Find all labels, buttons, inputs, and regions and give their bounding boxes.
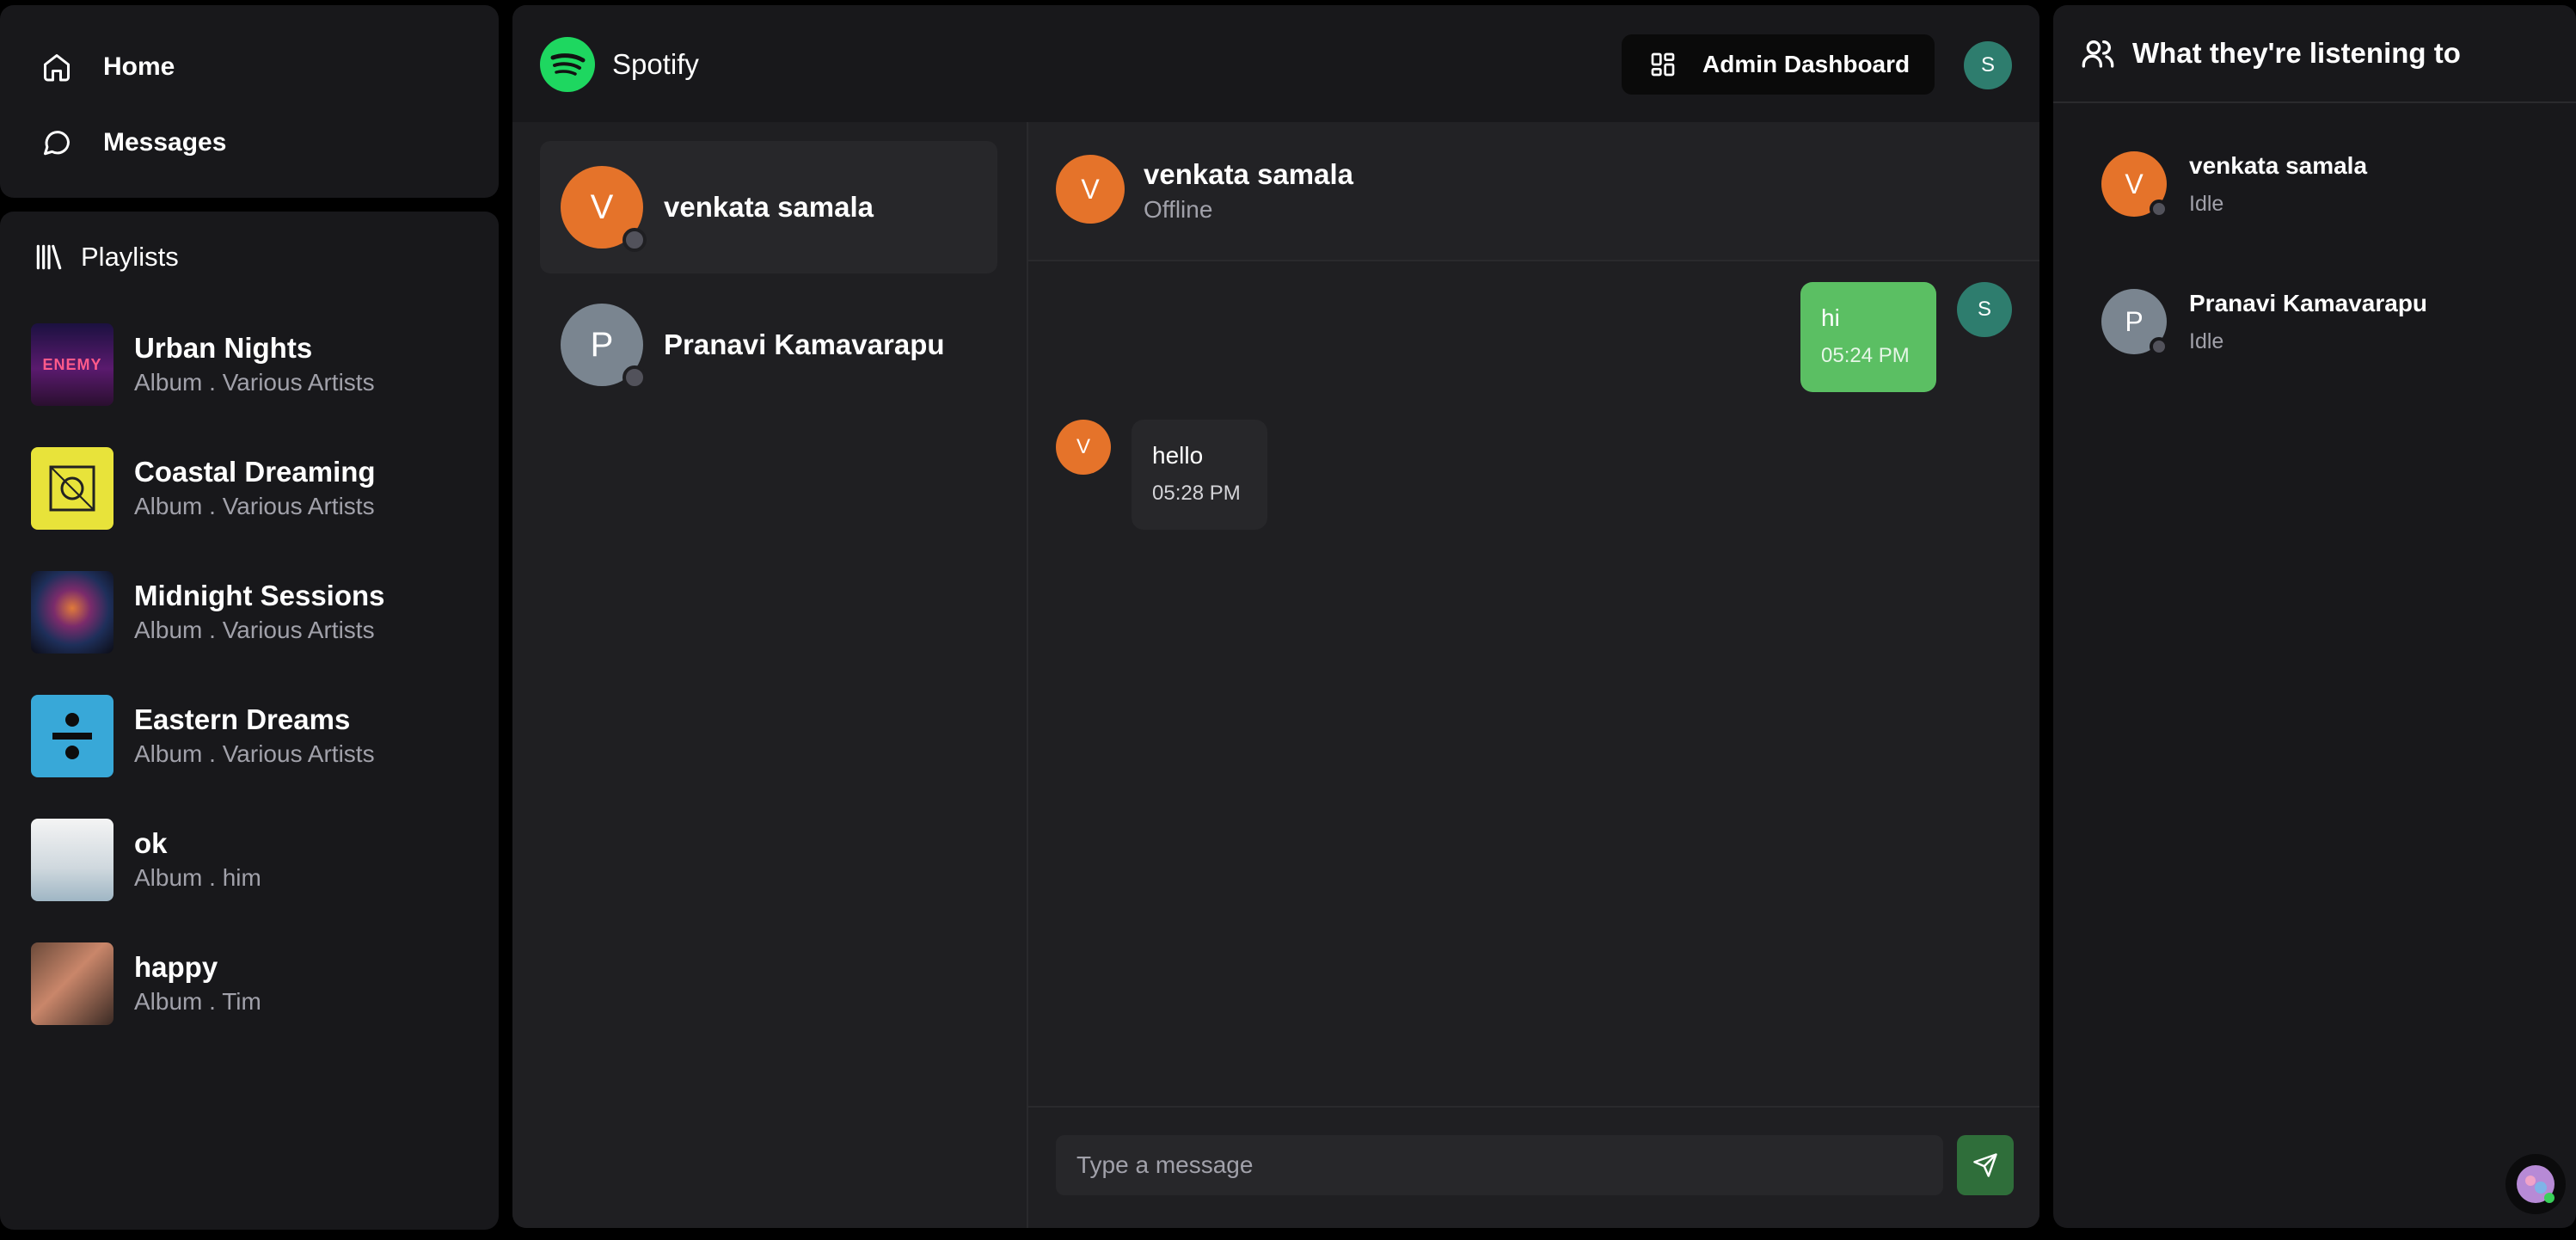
- brand-name: Spotify: [612, 48, 699, 80]
- message-icon: [44, 131, 70, 156]
- friends-activity-title: What they're listening to: [2132, 37, 2461, 69]
- avatar: V: [561, 166, 647, 252]
- playlist-title: Urban Nights: [134, 332, 313, 365]
- message-bubble-incoming: hello 05:28 PM: [1132, 420, 1267, 530]
- avatar-initial: V: [2125, 168, 2144, 200]
- message-text: hi: [1821, 304, 1840, 331]
- status-dot: [2150, 200, 2168, 218]
- top-bar: Spotify Admin Dashboard S: [512, 5, 2039, 122]
- admin-dashboard-label: Admin Dashboard: [1702, 51, 1911, 77]
- message-avatar: V: [1056, 420, 1111, 475]
- brand[interactable]: Spotify: [540, 37, 699, 92]
- users-icon: [2082, 40, 2114, 68]
- user-avatar[interactable]: S: [1964, 41, 2012, 89]
- chat-avatar: V: [1056, 155, 1125, 224]
- friend-status: Idle: [2189, 191, 2224, 216]
- chat-name: venkata samala: [1144, 158, 1354, 190]
- playlist-item[interactable]: Coastal Dreaming Album . Various Artists: [31, 445, 478, 531]
- home-icon: [44, 54, 70, 82]
- divide-icon: [52, 713, 92, 759]
- playlist-title: ok: [134, 827, 168, 860]
- send-button[interactable]: [1957, 1135, 2014, 1195]
- friends-activity-header: What they're listening to: [2053, 5, 2576, 103]
- friend-name: venkata samala: [2189, 151, 2368, 179]
- playlist-subtitle: Album . Various Artists: [134, 616, 375, 643]
- message-time: 05:28 PM: [1152, 482, 1241, 505]
- playlists-title: Playlists: [81, 242, 179, 272]
- friend-item[interactable]: V venkata samala Idle: [2101, 151, 2368, 218]
- friend-item[interactable]: P Pranavi Kamavarapu Idle: [2101, 289, 2428, 356]
- spotify-logo-icon: [540, 37, 595, 92]
- playlist-title: Coastal Dreaming: [134, 456, 376, 488]
- playlist-cover: [31, 447, 113, 530]
- playlist-item[interactable]: Eastern Dreams Album . Various Artists: [31, 693, 478, 779]
- message-input[interactable]: [1056, 1135, 1943, 1195]
- library-icon: [36, 244, 62, 270]
- playlist-cover: [31, 695, 113, 777]
- message-time: 05:24 PM: [1821, 344, 1910, 367]
- status-dot: [623, 365, 647, 390]
- friend-name: Pranavi Kamavarapu: [2189, 289, 2428, 316]
- cover-text: ENEMY: [42, 355, 102, 373]
- playlist-cover: [31, 571, 113, 654]
- friends-activity-panel: What they're listening to V venkata sama…: [2053, 5, 2576, 1228]
- send-icon: [1973, 1153, 1997, 1177]
- playlist-subtitle: Album . him: [134, 863, 261, 891]
- playlist-cover: [31, 819, 113, 901]
- playlist-title: Midnight Sessions: [134, 580, 385, 612]
- conversation-name: Pranavi Kamavarapu: [664, 328, 945, 360]
- chat-header: V venkata samala Offline: [1028, 122, 2039, 261]
- nav-home-label: Home: [103, 52, 175, 81]
- chat-area: V venkata samala Offline hi 05:24 PM S V…: [1028, 122, 2039, 1228]
- status-dot: [623, 228, 647, 252]
- playlist-cover: ENEMY: [31, 323, 113, 406]
- nav-home[interactable]: Home: [41, 52, 175, 83]
- avatar: P: [561, 304, 647, 390]
- status-dot: [2150, 337, 2168, 356]
- conversation-item[interactable]: V venkata samala: [540, 141, 997, 273]
- conversation-item[interactable]: P Pranavi Kamavarapu: [540, 279, 997, 411]
- friend-avatar: P: [2101, 289, 2168, 356]
- avatar-initial: V: [590, 187, 614, 226]
- playlist-subtitle: Album . Tim: [134, 987, 261, 1015]
- playlist-subtitle: Album . Various Artists: [134, 740, 375, 767]
- message-composer: [1028, 1106, 2039, 1228]
- playlist-item[interactable]: happy Album . Tim: [31, 941, 478, 1027]
- friend-avatar: V: [2101, 151, 2168, 218]
- cover-art-icon: [49, 465, 95, 512]
- conversation-name: venkata samala: [664, 191, 874, 223]
- nav-messages-label: Messages: [103, 128, 227, 157]
- message-avatar: S: [1957, 282, 2012, 337]
- playlist-subtitle: Album . Various Artists: [134, 368, 375, 396]
- admin-dashboard-button[interactable]: Admin Dashboard: [1622, 34, 1935, 95]
- chat-status: Offline: [1144, 196, 1213, 223]
- playlist-item[interactable]: ok Album . him: [31, 817, 478, 903]
- main-panel: Spotify Admin Dashboard S V venkata sama…: [512, 5, 2039, 1228]
- playlists-header: Playlists: [33, 241, 179, 273]
- message-text: hello: [1152, 442, 1204, 469]
- dashboard-icon: [1651, 52, 1675, 77]
- avatar-initial: P: [590, 325, 614, 364]
- avatar-initial: P: [2125, 305, 2144, 337]
- conversation-list: V venkata samala P Pranavi Kamavarapu: [512, 122, 1028, 1228]
- message-bubble-outgoing: hi 05:24 PM: [1800, 282, 1936, 392]
- floating-assistant-button[interactable]: [2505, 1154, 2566, 1214]
- playlist-title: Eastern Dreams: [134, 703, 351, 736]
- assistant-icon: [2517, 1165, 2555, 1203]
- nav-panel: Home Messages: [0, 5, 499, 198]
- playlist-cover: [31, 942, 113, 1025]
- playlist-title: happy: [134, 951, 218, 984]
- playlist-subtitle: Album . Various Artists: [134, 492, 375, 519]
- playlist-item[interactable]: ENEMY Urban Nights Album . Various Artis…: [31, 322, 478, 408]
- friend-status: Idle: [2189, 328, 2224, 353]
- playlist-item[interactable]: Midnight Sessions Album . Various Artist…: [31, 569, 478, 655]
- nav-messages[interactable]: Messages: [41, 127, 226, 158]
